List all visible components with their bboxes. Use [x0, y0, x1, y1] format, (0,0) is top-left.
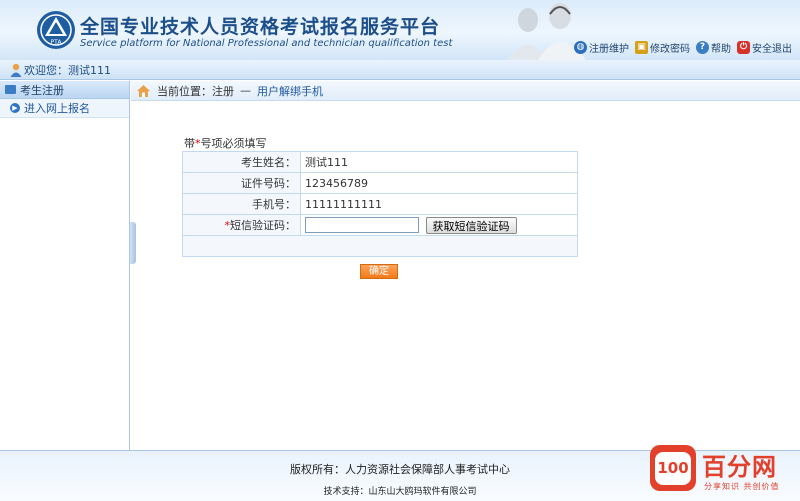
- sidebar: 考生注册 ▶ 进入网上报名: [0, 81, 130, 450]
- top-link-logout[interactable]: ⏻ 安全退出: [737, 40, 792, 55]
- form-row-phone: 手机号： 11111111111: [182, 193, 578, 215]
- phone-value: 11111111111: [300, 193, 578, 215]
- globe-icon: ◍: [574, 41, 587, 54]
- page-root: PTA 全国专业技术人员资格考试报名服务平台 Service platform …: [0, 0, 800, 501]
- watermark-slogan: 分享知识 共创价值: [704, 482, 780, 491]
- breadcrumb: 当前位置：注册 — 用户解绑手机: [131, 81, 800, 101]
- form-row-name: 考生姓名： 测试111: [182, 151, 578, 173]
- welcome-text: 欢迎您：测试111: [24, 63, 111, 77]
- svg-text:PTA: PTA: [51, 39, 63, 46]
- sms-code-input[interactable]: [305, 217, 419, 233]
- sidebar-heading: 考生注册: [0, 81, 129, 99]
- name-label: 考生姓名：: [182, 151, 301, 173]
- sidebar-item-online-registration[interactable]: ▶ 进入网上报名: [0, 99, 129, 118]
- sms-code-label: *短信验证码：: [182, 214, 301, 236]
- id-number-label: 证件号码：: [182, 172, 301, 194]
- id-number-value: 123456789: [300, 172, 578, 194]
- site-subtitle: Service platform for National Profession…: [80, 38, 453, 49]
- top-link-change-password[interactable]: ▣ 修改密码: [635, 40, 690, 55]
- required-note: 带*号项必须填写: [184, 137, 267, 150]
- breadcrumb-current: 用户解绑手机: [257, 84, 323, 98]
- site-title: 全国专业技术人员资格考试报名服务平台: [80, 16, 441, 38]
- top-link-help[interactable]: ? 帮助: [696, 40, 731, 55]
- home-icon: [137, 85, 150, 97]
- watermark-badge: 100: [650, 445, 696, 491]
- form-row-empty: [182, 235, 578, 257]
- arrow-right-icon: ▶: [10, 103, 20, 113]
- watermark-logo: 100 百分网 分享知识 共创价值: [648, 443, 798, 495]
- watermark-name: 百分网: [702, 453, 777, 481]
- pta-logo-icon: PTA: [37, 11, 75, 49]
- mail-icon: [5, 85, 16, 94]
- breadcrumb-separator: —: [240, 84, 251, 97]
- site-header: PTA 全国专业技术人员资格考试报名服务平台 Service platform …: [0, 0, 800, 60]
- name-value: 测试111: [300, 151, 578, 173]
- breadcrumb-prefix: 当前位置：注册: [157, 84, 234, 98]
- top-links: ◍ 注册维护 ▣ 修改密码 ? 帮助 ⏻ 安全退出: [574, 40, 792, 55]
- form-row-sms: *短信验证码： 获取短信验证码: [182, 214, 578, 236]
- user-icon: [10, 63, 22, 77]
- confirm-button[interactable]: 确定: [360, 264, 398, 279]
- top-link-register-maintain[interactable]: ◍ 注册维护: [574, 40, 629, 55]
- power-icon: ⏻: [737, 41, 750, 54]
- form-row-id: 证件号码： 123456789: [182, 172, 578, 194]
- unbind-phone-form: 考生姓名： 测试111 证件号码： 123456789 手机号： 1111111…: [182, 151, 578, 257]
- phone-label: 手机号：: [182, 193, 301, 215]
- help-icon: ?: [696, 41, 709, 54]
- sidebar-toggle-handle[interactable]: [130, 222, 136, 264]
- get-sms-code-button[interactable]: 获取短信验证码: [425, 216, 517, 234]
- lock-icon: ▣: [635, 41, 648, 54]
- welcome-bar: 欢迎您：测试111: [0, 60, 800, 80]
- sms-code-cell: 获取短信验证码: [300, 214, 578, 236]
